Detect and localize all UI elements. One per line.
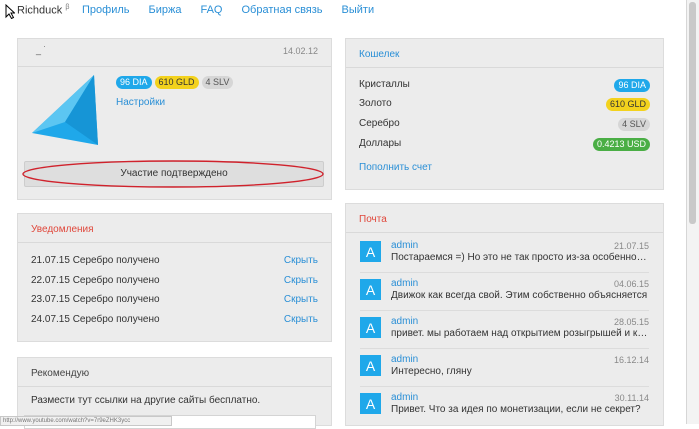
wallet-value: 0.4213 USD: [592, 138, 650, 151]
wallet-label: Серебро: [359, 118, 400, 129]
mail-preview: Интересно, гляну: [391, 366, 472, 377]
divider: [18, 386, 331, 387]
wallet-row: Золото 610 GLD: [359, 98, 650, 114]
hide-link[interactable]: Скрыть: [284, 275, 318, 286]
mail-item[interactable]: A admin 04.06.15 Движок как всегда свой.…: [360, 278, 649, 311]
wallet-value: 610 GLD: [605, 98, 650, 111]
mail-preview: Привет. Что за идея по монетизации, если…: [391, 404, 641, 415]
profile-date: 14.02.12: [282, 46, 318, 56]
slv-badge: 4 SLV: [201, 76, 234, 89]
mail-sender[interactable]: admin: [391, 392, 418, 403]
notification-text: 21.07.15 Серебро получено: [31, 255, 160, 266]
nav-faq-link[interactable]: FAQ: [200, 4, 222, 16]
mail-date: 16.12.14: [613, 355, 649, 365]
wallet-value: 96 DIA: [614, 79, 650, 92]
profile-panel: _ ˙ 14.02.12 96 DIA 610 GLD 4 SLV Настро…: [17, 38, 332, 200]
username: _ ˙: [36, 45, 47, 55]
divider: [18, 242, 331, 243]
avatar: A: [360, 317, 381, 338]
avatar: A: [360, 279, 381, 300]
mail-sender[interactable]: admin: [391, 354, 418, 365]
gld-badge: 610 GLD: [154, 76, 199, 89]
notification-item: 21.07.15 Серебро получено Скрыть: [31, 255, 318, 271]
scrollbar-thumb[interactable]: [689, 2, 696, 224]
avatar: A: [360, 355, 381, 376]
hide-link[interactable]: Скрыть: [284, 294, 318, 305]
notifications-panel: Уведомления 21.07.15 Серебро получено Ск…: [17, 213, 332, 342]
triangle-logo-icon: [32, 75, 98, 145]
notification-text: 23.07.15 Серебро получено: [31, 294, 160, 305]
divider: [360, 310, 649, 311]
wallet-value: 4 SLV: [618, 118, 650, 131]
divider: [360, 386, 649, 387]
notification-item: 24.07.15 Серебро получено Скрыть: [31, 314, 318, 330]
top-nav: Richduck β Профиль Биржа FAQ Обратная св…: [0, 0, 686, 22]
wallet-title[interactable]: Кошелек: [359, 49, 399, 60]
status-bar-url: http://www.youtube.com/watch?v=7r9eZHK3y…: [0, 416, 172, 426]
mail-date: 30.11.14: [614, 393, 649, 403]
wallet-panel: Кошелек Кристаллы 96 DIA Золото 610 GLD …: [345, 38, 664, 190]
divider: [346, 67, 663, 68]
mail-item[interactable]: A admin 16.12.14 Интересно, гляну: [360, 354, 649, 387]
settings-link[interactable]: Настройки: [116, 97, 165, 108]
mail-item[interactable]: A admin 30.11.14 Привет. Что за идея по …: [360, 392, 649, 425]
cursor-arrow-icon: [5, 4, 15, 19]
avatar: A: [360, 241, 381, 262]
mail-date: 21.07.15: [613, 241, 649, 251]
wallet-label: Золото: [359, 98, 392, 109]
mail-date: 04.06.15: [613, 279, 649, 289]
brand[interactable]: Richduck β: [17, 4, 69, 17]
wallet-row: Серебро 4 SLV: [359, 118, 650, 134]
mail-title: Почта: [359, 214, 387, 225]
recommend-text: Размести тут ссылки на другие сайты бесп…: [31, 395, 261, 406]
wallet-label: Кристаллы: [359, 79, 410, 90]
mail-date: 28.05.15: [613, 317, 649, 327]
avatar: A: [360, 393, 381, 414]
nav-exchange-link[interactable]: Биржа: [149, 4, 182, 16]
hide-link[interactable]: Скрыть: [284, 314, 318, 325]
highlight-ellipse: [22, 160, 324, 188]
mail-preview: Движок как всегда свой. Этим собственно …: [391, 290, 648, 301]
mail-preview: привет. мы работаем над открытием розыгр…: [391, 328, 649, 339]
divider: [18, 66, 331, 67]
dia-badge: 96 DIA: [116, 76, 152, 89]
mail-item[interactable]: A admin 28.05.15 привет. мы работаем над…: [360, 316, 649, 349]
nav-logout-link[interactable]: Выйти: [342, 4, 375, 16]
recommend-title: Рекомендую: [31, 368, 90, 379]
divider: [360, 272, 649, 273]
notification-item: 23.07.15 Серебро получено Скрыть: [31, 294, 318, 310]
hide-link[interactable]: Скрыть: [284, 255, 318, 266]
top-up-link[interactable]: Пополнить счет: [359, 162, 432, 173]
mail-sender[interactable]: admin: [391, 240, 418, 251]
notification-item: 22.07.15 Серебро получено Скрыть: [31, 275, 318, 291]
nav-links: Профиль Биржа FAQ Обратная связь Выйти: [82, 4, 374, 16]
divider: [360, 348, 649, 349]
mail-item[interactable]: A admin 21.07.15 Постараемся =) Но это н…: [360, 240, 649, 273]
currency-badges: 96 DIA 610 GLD 4 SLV: [116, 76, 234, 89]
notifications-title: Уведомления: [31, 224, 94, 235]
nav-feedback-link[interactable]: Обратная связь: [241, 4, 322, 16]
nav-profile-link[interactable]: Профиль: [82, 4, 130, 16]
notification-text: 24.07.15 Серебро получено: [31, 314, 160, 325]
wallet-label: Доллары: [359, 138, 402, 149]
mail-sender[interactable]: admin: [391, 278, 418, 289]
wallet-row: Кристаллы 96 DIA: [359, 79, 650, 95]
mail-panel: Почта A admin 21.07.15 Постараемся =) Но…: [345, 203, 664, 426]
mail-preview: Постараемся =) Но это не так просто из-з…: [391, 252, 649, 263]
mail-sender[interactable]: admin: [391, 316, 418, 327]
divider: [346, 232, 663, 233]
notification-text: 22.07.15 Серебро получено: [31, 275, 160, 286]
wallet-row: Доллары 0.4213 USD: [359, 138, 650, 154]
